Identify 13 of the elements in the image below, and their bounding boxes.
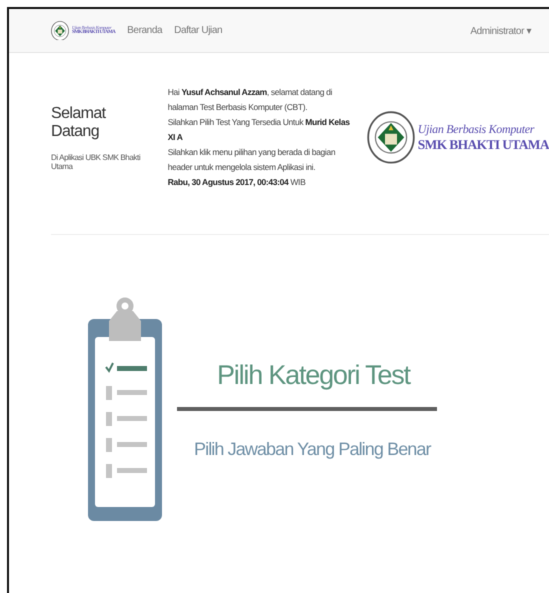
nav-link[interactable]: Daftar Ujian bbox=[174, 25, 222, 36]
user-menu[interactable]: Administrator ▾ bbox=[470, 24, 531, 36]
nav-link[interactable]: Beranda bbox=[127, 25, 162, 36]
welcome-subtitle: Di Aplikasi UBK SMK Bhakti Utama bbox=[51, 152, 142, 170]
welcome-text: Hai Yusuf Achsanul Azzam, selamat datang di halaman Test Berbasis Komputer (CBT). bbox=[168, 86, 334, 114]
welcome-text: Silahkan Pilih Test Yang Tersedia Untuk Murid Kelas XI A bbox=[168, 116, 351, 144]
banner-subtitle: Pilih Jawaban Yang Paling Benar bbox=[194, 439, 431, 460]
welcome-text: Rabu, 30 Agustus 2017, 00:43:04 WIB bbox=[168, 176, 306, 189]
welcome-title: Selamat Datang bbox=[51, 104, 107, 140]
logo-school-name: SMK BHAKTI UTAMA bbox=[418, 136, 549, 153]
banner-title: Pilih Kategori Test bbox=[217, 360, 410, 391]
logo-tagline: Ujian Berbasis Komputer bbox=[418, 122, 536, 137]
welcome-text: Silahkan klik menu pilihan yang berada di bagian header untuk mengelola sistem Aplikasi ini. bbox=[168, 146, 336, 174]
